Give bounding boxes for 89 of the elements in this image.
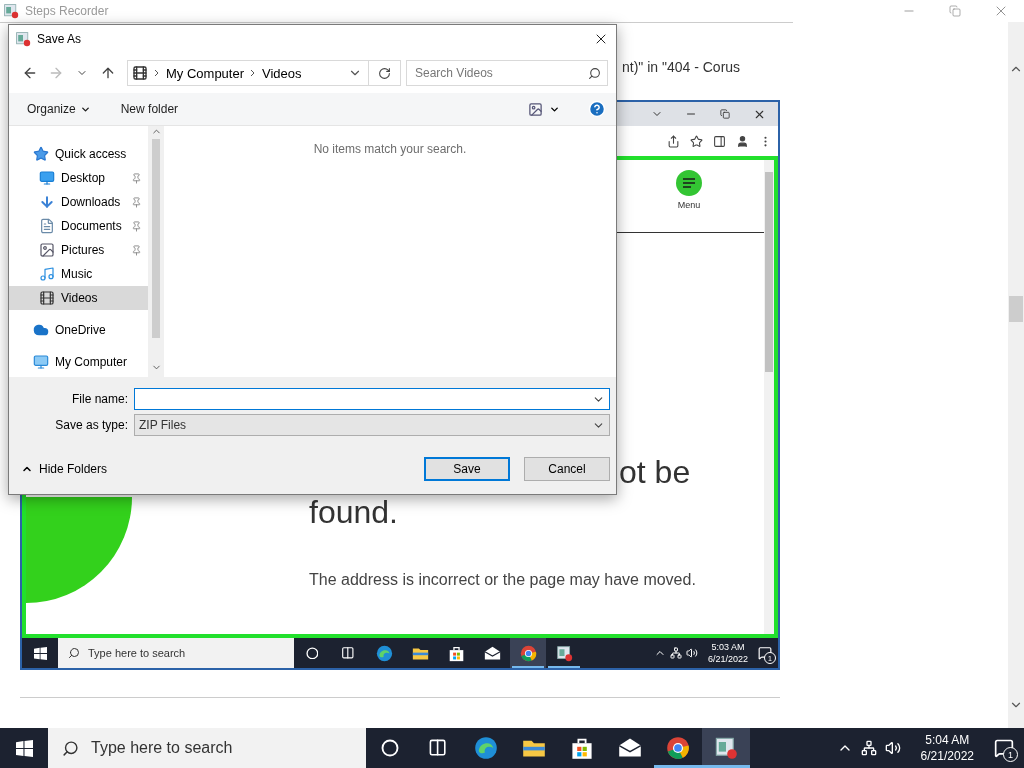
nav-item[interactable]: Videos — [9, 286, 148, 310]
scrollbar[interactable] — [148, 126, 164, 377]
file-name-field[interactable] — [134, 388, 610, 410]
speaker-icon[interactable] — [884, 740, 901, 756]
scrollbar[interactable] — [1008, 22, 1024, 728]
error-heading: found. — [309, 493, 398, 532]
recorder-icon[interactable] — [714, 736, 738, 760]
menu-icon[interactable] — [682, 178, 696, 188]
task-view-icon[interactable] — [341, 646, 355, 660]
chrome-ball-icon[interactable] — [666, 736, 690, 760]
nav-item[interactable]: Desktop — [9, 166, 148, 190]
error-message: The address is incorrect or the page may have moved. — [309, 570, 696, 590]
computer-icon — [33, 354, 49, 370]
nav-item[interactable]: Music — [9, 262, 148, 286]
nav-item[interactable]: Quick access — [9, 142, 148, 166]
nav-item[interactable]: Downloads — [9, 190, 148, 214]
wave-circle-icon[interactable] — [375, 644, 393, 662]
recorder-icon[interactable] — [555, 644, 573, 662]
address-bar[interactable]: My Computer Videos — [127, 60, 369, 86]
save-type-dropdown[interactable]: ZIP Files — [134, 414, 610, 436]
task-view-icon[interactable] — [428, 738, 448, 758]
taskbar-search-field[interactable]: Type here to search — [58, 638, 294, 668]
film-icon — [132, 65, 148, 81]
breadcrumb-separator-icon — [250, 69, 257, 77]
window-title: Steps Recorder — [25, 4, 109, 18]
view-icon[interactable] — [528, 101, 543, 117]
wave-circle-icon[interactable] — [474, 736, 498, 760]
shopping-bag-icon[interactable] — [447, 644, 465, 662]
profile-icon[interactable] — [736, 134, 749, 148]
breadcrumb[interactable]: Videos — [262, 65, 302, 81]
help-icon[interactable] — [588, 100, 606, 118]
search-icon — [68, 647, 80, 659]
field-label: File name: — [70, 392, 128, 406]
side-panel-icon[interactable] — [713, 134, 726, 148]
film-icon — [39, 290, 55, 306]
dialog-title: Save As — [37, 32, 82, 46]
error-heading: ot be — [619, 453, 691, 492]
breadcrumb-separator-icon — [154, 69, 160, 77]
menu-button[interactable] — [676, 170, 702, 196]
shopping-bag-icon[interactable] — [570, 736, 594, 760]
scrollbar[interactable] — [764, 160, 774, 634]
taskbar-search-field[interactable]: Type here to search — [48, 728, 366, 768]
refresh-icon[interactable] — [378, 66, 391, 80]
empty-message: No items match your search. — [313, 142, 467, 158]
taskbar-app-button[interactable] — [702, 728, 750, 768]
menu-label: Menu — [677, 200, 701, 210]
search-field[interactable]: Search Videos — [406, 60, 608, 86]
circle-icon[interactable] — [305, 646, 319, 660]
windows-logo-icon[interactable] — [15, 739, 33, 757]
recorder-icon — [3, 3, 19, 19]
refresh-button[interactable] — [369, 60, 401, 86]
hide-folders-button[interactable]: Hide Folders — [21, 462, 108, 476]
search-icon[interactable] — [588, 66, 601, 80]
scrollbar-thumb[interactable] — [152, 139, 160, 338]
network-icon[interactable] — [669, 647, 682, 659]
clock-time[interactable]: 5:03 AM — [711, 640, 745, 653]
scrollbar-thumb[interactable] — [1009, 296, 1023, 322]
monitor-icon — [39, 170, 55, 186]
music-note-icon — [39, 266, 55, 282]
breadcrumb[interactable]: My Computer — [166, 65, 245, 81]
clock-date[interactable]: 6/21/2022 — [707, 653, 748, 666]
step-description: nt)" in "404 - Corus — [622, 58, 741, 77]
network-icon[interactable] — [860, 740, 877, 756]
clock-time[interactable]: 5:04 AM — [925, 731, 970, 748]
windows-logo-icon[interactable] — [33, 646, 47, 660]
nav-item[interactable]: My Computer — [9, 350, 148, 374]
scrollbar-thumb[interactable] — [765, 172, 773, 372]
bookmark-star-icon[interactable] — [690, 134, 703, 148]
nav-item[interactable]: OneDrive — [9, 318, 148, 342]
nav-item[interactable]: Pictures — [9, 238, 148, 262]
restore-icon[interactable] — [720, 109, 730, 119]
nav-item[interactable]: Documents — [9, 214, 148, 238]
circle-icon[interactable] — [381, 739, 399, 757]
field-label: Save as type: — [54, 418, 128, 432]
document-icon — [39, 218, 55, 234]
cloud-icon — [33, 322, 49, 338]
picture-icon — [39, 242, 55, 258]
new-folder-button[interactable]: New folder — [114, 98, 185, 120]
chrome-ball-icon[interactable] — [519, 644, 537, 662]
share-icon[interactable] — [667, 134, 680, 148]
speaker-icon[interactable] — [685, 647, 698, 659]
recorder-icon — [15, 31, 31, 47]
clock-date[interactable]: 6/21/2022 — [920, 748, 974, 765]
cancel-button[interactable]: Cancel — [524, 457, 610, 481]
star-icon — [33, 146, 49, 162]
organize-button[interactable]: Organize — [21, 98, 97, 120]
search-icon — [62, 739, 79, 757]
envelope-icon[interactable] — [483, 644, 501, 662]
save-button[interactable]: Save — [424, 457, 510, 481]
